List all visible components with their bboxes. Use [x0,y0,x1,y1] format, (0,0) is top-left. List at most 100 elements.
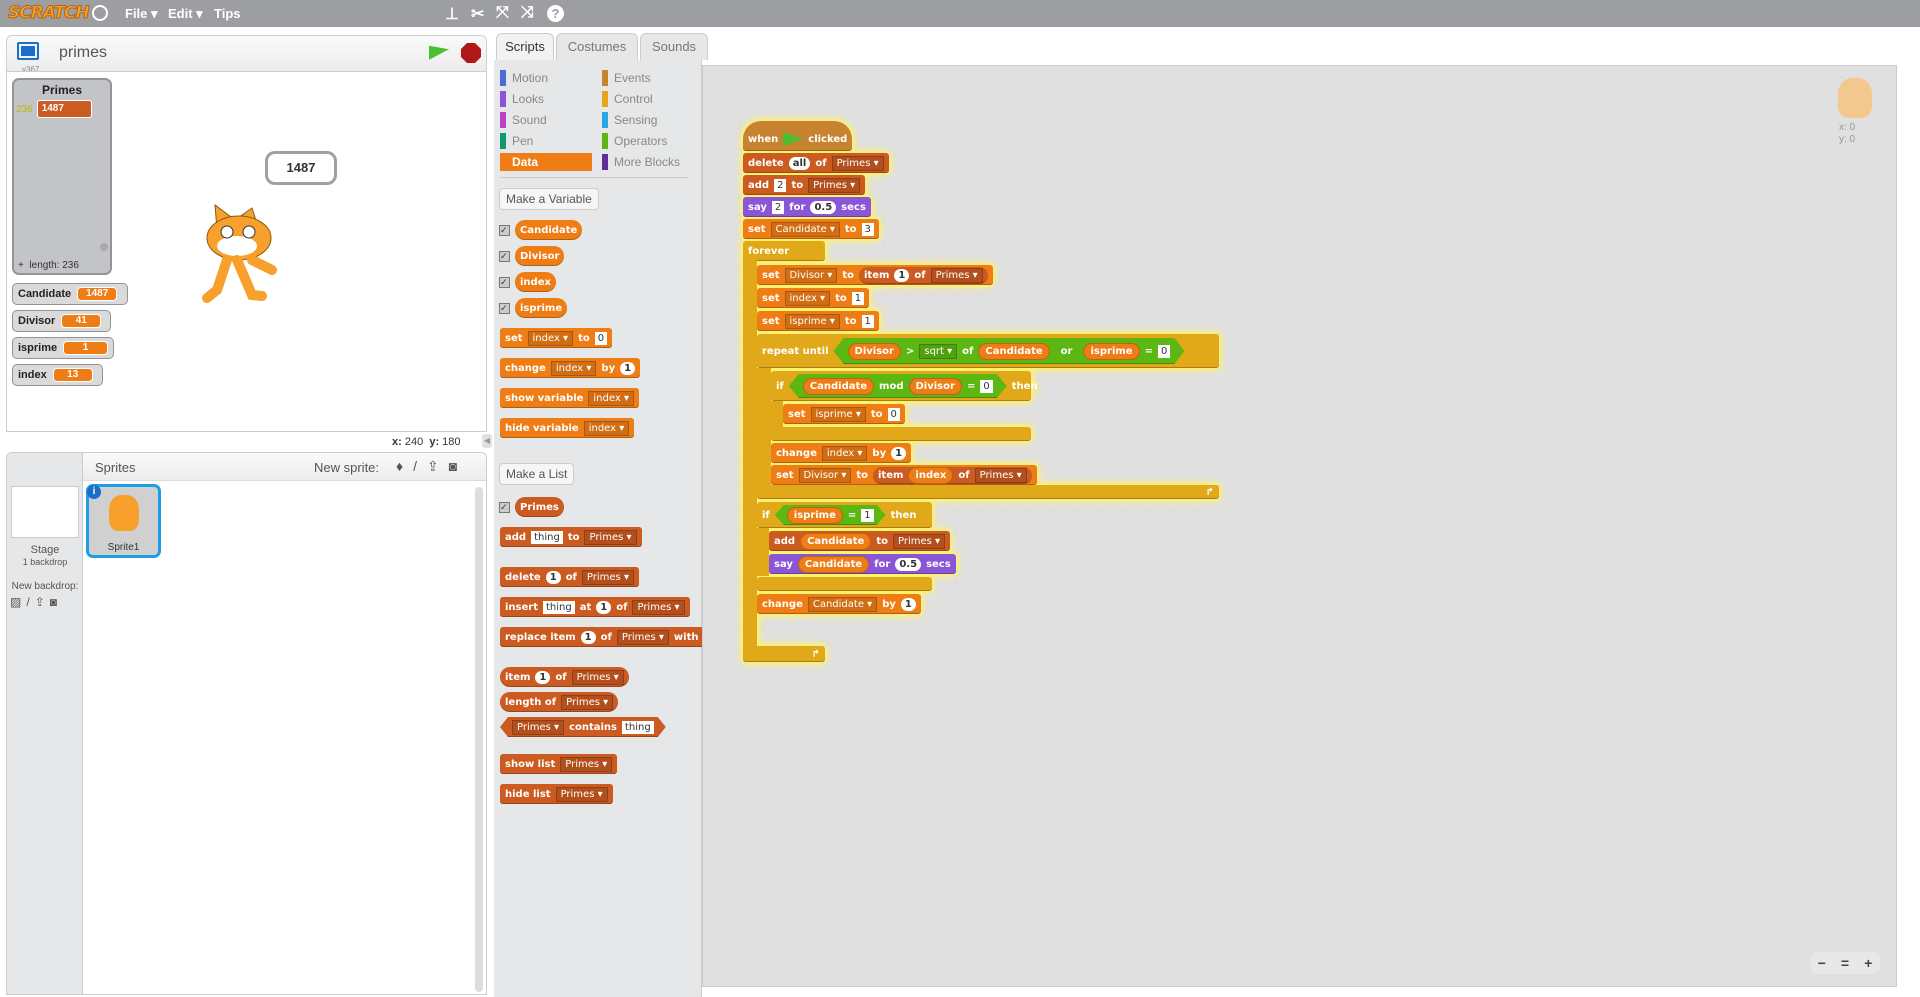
list-scrollbar[interactable] [100,243,108,251]
category-data[interactable]: Data [500,153,592,171]
camera-backdrop-icon[interactable]: ◙ [50,595,57,609]
palette-variable-reporter[interactable]: Divisor [515,246,565,266]
zoom-in-icon[interactable]: + [1864,955,1872,971]
grow-icon[interactable]: ⤧ [496,4,509,22]
set-index-block[interactable]: setindexto1 [757,288,870,308]
palette-item-reporter[interactable]: item 1 of Primes [500,667,629,687]
presentation-mode-icon[interactable] [17,42,39,60]
palette-variable-reporter[interactable]: isprime [515,298,568,318]
tips-menu[interactable]: Tips [214,6,241,21]
set-isprime-block[interactable]: setisprimeto1 [757,311,879,331]
delete-all-block[interactable]: delete all of Primes [743,153,889,173]
duplicate-stamp-icon[interactable]: ⊥ [445,4,459,24]
set-candidate-block[interactable]: setCandidateto3 [743,219,879,239]
variable-monitor-divisor[interactable]: Divisor 41 [12,310,111,332]
category-control[interactable]: Control [602,90,694,108]
category-operators[interactable]: Operators [602,132,694,150]
palette-insert-block[interactable]: insert thing at 1 of Primes [500,597,690,617]
palette-show-list-block[interactable]: show list Primes [500,754,618,774]
category-pen[interactable]: Pen [500,132,592,150]
palette-replace-block[interactable]: replace item1ofPrimeswith [500,627,704,647]
say-candidate-block[interactable]: say Candidate for 0.5 secs [769,554,956,574]
stage-thumbnail[interactable] [11,486,79,538]
small-stage-toggle-icon[interactable]: ◀ [482,434,492,448]
isprime-equals-predicate[interactable]: isprime = 1 [775,505,886,525]
palette-delete-block[interactable]: delete 1 of Primes [500,567,639,587]
variable-monitor-candidate[interactable]: Candidate 1487 [12,283,128,305]
palette-set-block[interactable]: setindexto0 [500,328,613,348]
camera-sprite-icon[interactable]: ◙ [449,458,457,475]
sprite-library-icon[interactable]: ♦ [396,458,403,475]
file-menu[interactable]: File ▾ [125,6,158,22]
cat-sprite-icon[interactable] [197,200,297,310]
make-variable-button[interactable]: Make a Variable [499,188,599,210]
palette-change-block[interactable]: changeindexby1 [500,358,641,378]
palette-show-variable-block[interactable]: show variable index [500,388,639,408]
list-checkbox[interactable]: ✓ [499,501,510,513]
paint-sprite-icon[interactable]: / [413,458,417,475]
category-motion[interactable]: Motion [500,69,592,87]
or-predicate[interactable]: Divisor>sqrtofCandidate or isprime=0 [834,338,1185,364]
zoom-out-icon[interactable]: − [1818,955,1826,971]
repeat-until-block[interactable]: repeat until Divisor>sqrtofCandidate or … [757,334,1219,368]
if-isprime-block[interactable]: if isprime = 1 then [757,502,932,528]
edit-menu[interactable]: Edit ▾ [168,6,203,22]
category-sensing[interactable]: Sensing [602,111,694,129]
palette-hide-list-block[interactable]: hide list Primes [500,784,613,804]
forever-block[interactable]: forever [743,241,825,261]
palette-variable-reporter[interactable]: Candidate [515,220,583,240]
upload-backdrop-icon[interactable]: ⇪ [35,595,45,609]
set-divisor-block[interactable]: setDivisortoitem1ofPrimes [757,265,993,285]
add-2-block[interactable]: add 2 to Primes [743,175,866,195]
stop-sign-icon[interactable] [461,43,481,63]
zoom-reset-icon[interactable]: = [1841,955,1849,971]
tab-scripts[interactable]: Scripts [496,33,554,62]
palette-variable-reporter[interactable]: index [515,272,556,292]
list-monitor-primes[interactable]: Primes 236 1487 + length: 236 [12,78,112,275]
category-events[interactable]: Events [602,69,694,87]
variable-checkbox[interactable]: ✓ [499,250,510,262]
category-looks[interactable]: Looks [500,90,592,108]
add-item-icon[interactable]: + [18,260,24,271]
change-candidate-block[interactable]: changeCandidateby1 [757,594,921,614]
say-for-secs-block[interactable]: say 2 for 0.5 secs [743,197,871,217]
sprite-tile-sprite1[interactable]: i Sprite1 [86,484,161,558]
info-icon[interactable]: i [87,485,101,499]
paint-backdrop-icon[interactable]: / [26,595,29,609]
category-more-blocks[interactable]: More Blocks [602,153,694,171]
mod-equals-predicate[interactable]: Candidate mod Divisor = 0 [789,374,1007,398]
help-icon[interactable]: ? [547,5,564,22]
shrink-icon[interactable]: ⤨ [521,4,534,22]
set-divisor-item-block[interactable]: setDivisortoitemindexofPrimes [771,465,1037,485]
sprites-scrollbar[interactable] [475,487,483,992]
variable-monitor-index[interactable]: index 13 [12,364,103,386]
tab-costumes[interactable]: Costumes [556,33,638,60]
variable-monitor-isprime[interactable]: isprime 1 [12,337,114,359]
green-flag-icon[interactable] [429,42,449,60]
palette-hide-variable-block[interactable]: hide variable index [500,418,635,438]
make-list-button[interactable]: Make a List [499,463,575,485]
if-mod-block[interactable]: if Candidate mod Divisor = 0 then [771,371,1038,401]
language-globe-icon[interactable] [92,5,108,21]
palette-contains-predicate[interactable]: Primescontainsthing [500,717,666,737]
backdrop-library-icon[interactable]: ▨ [10,595,21,609]
project-title[interactable]: primes [59,44,107,62]
variable-checkbox[interactable]: ✓ [499,302,510,314]
palette-list-reporter[interactable]: Primes [515,497,564,517]
stage-canvas[interactable]: Primes 236 1487 + length: 236 Candidate 1… [6,71,487,432]
tab-sounds[interactable]: Sounds [640,33,708,60]
scripts-area[interactable]: x: 0y: 0 whenclicked deleteallofPrimes a… [702,65,1897,987]
palette-length-reporter[interactable]: length of Primes [500,692,619,712]
variable-checkbox[interactable]: ✓ [499,224,510,236]
list-item-value[interactable]: 1487 [36,100,92,118]
category-sound[interactable]: Sound [500,111,592,129]
cut-scissors-icon[interactable]: ✂ [471,4,484,24]
change-index-block[interactable]: changeindexby1 [771,443,912,463]
scratch-logo[interactable]: SCRATCH [8,3,91,24]
when-flag-clicked-hat[interactable]: when clicked [743,121,853,151]
set-isprime-0-block[interactable]: setisprimeto0 [783,404,905,424]
add-candidate-block[interactable]: add Candidate to Primes [769,531,951,551]
palette-add-block[interactable]: add thing to Primes [500,527,642,547]
upload-sprite-icon[interactable]: ⇪ [427,458,439,475]
variable-checkbox[interactable]: ✓ [499,276,510,288]
